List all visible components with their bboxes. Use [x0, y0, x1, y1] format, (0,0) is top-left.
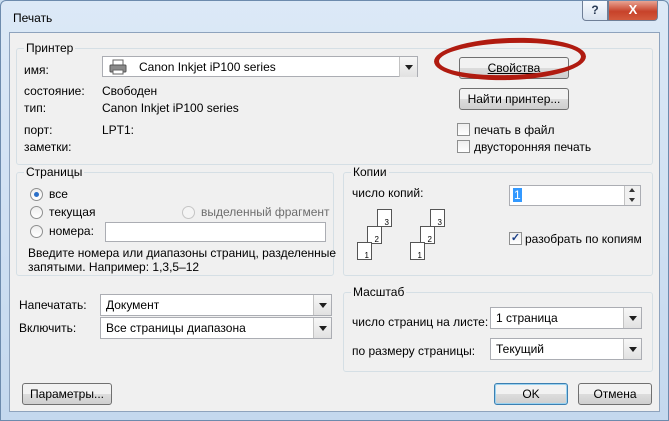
pages-per-sheet-value: 1 страница — [496, 311, 558, 325]
pages-current-label[interactable]: текущая — [49, 205, 95, 219]
zoom-group: Масштаб — [343, 285, 653, 372]
copies-count-spinner[interactable]: 1 — [509, 185, 641, 206]
pages-hint-line1: Введите номера или диапазоны страниц, ра… — [28, 246, 337, 260]
scale-value: Текущий — [496, 342, 544, 356]
collate-checkbox[interactable]: ✓ — [509, 232, 522, 245]
page-icon: 3 — [430, 209, 445, 227]
pages-all-label[interactable]: все — [49, 187, 68, 201]
copies-count-value: 1 — [513, 188, 522, 202]
printer-port-label: порт: — [24, 123, 53, 137]
close-button[interactable]: X — [608, 1, 658, 21]
page-icon: 3 — [377, 209, 392, 227]
cancel-button[interactable]: Отмена — [578, 383, 652, 405]
spin-down-icon[interactable] — [629, 198, 635, 202]
page-icon: 1 — [357, 242, 372, 260]
print-what-value: Документ — [106, 298, 160, 312]
printer-type-value: Canon Inkjet iP100 series — [102, 101, 239, 115]
print-to-file-label[interactable]: печать в файл — [474, 123, 554, 137]
include-value: Все страницы диапазона — [106, 321, 246, 335]
printer-group-label: Принтер — [24, 41, 76, 55]
copies-count-label: число копий: — [352, 186, 424, 200]
spinner-buttons[interactable] — [624, 186, 640, 205]
options-button[interactable]: Параметры... — [22, 383, 112, 405]
printer-notes-label: заметки: — [24, 140, 72, 154]
collated-pages-icon: 3 2 1 — [410, 209, 460, 265]
help-button[interactable]: ? — [582, 1, 608, 21]
print-what-label: Напечатать: — [19, 298, 87, 312]
duplex-label[interactable]: двусторонняя печать — [474, 140, 591, 154]
pages-current-radio[interactable] — [30, 206, 43, 219]
printer-status-label: состояние: — [24, 84, 85, 98]
print-to-file-checkbox[interactable] — [457, 123, 470, 136]
dialog-client-area: Принтер имя: Canon Inkjet iP100 series с… — [9, 32, 660, 412]
pages-hint-line2: запятыми. Например: 1,3,5–12 — [28, 260, 200, 274]
collate-label[interactable]: разобрать по копиям — [525, 232, 642, 246]
spin-up-icon[interactable] — [629, 188, 635, 192]
chevron-down-icon[interactable] — [399, 57, 417, 77]
scale-label: по размеру страницы: — [352, 344, 476, 358]
printer-name-value: Canon Inkjet iP100 series — [139, 60, 276, 74]
chevron-down-icon[interactable] — [313, 318, 331, 338]
printer-port-value: LPT1: — [102, 123, 135, 137]
chevron-down-icon[interactable] — [623, 339, 641, 359]
pages-numbers-label[interactable]: номера: — [49, 224, 94, 238]
pages-numbers-input[interactable] — [105, 222, 326, 242]
window-title: Печать — [13, 11, 53, 25]
chevron-down-icon[interactable] — [623, 308, 641, 328]
pages-per-sheet-label: число страниц на листе: — [352, 315, 489, 329]
print-what-select[interactable]: Документ — [100, 294, 332, 316]
printer-icon — [109, 59, 127, 75]
zoom-group-label: Масштаб — [351, 285, 407, 299]
collated-pages-icon: 3 2 1 — [357, 209, 407, 265]
pages-per-sheet-select[interactable]: 1 страница — [490, 307, 642, 329]
copies-group-label: Копии — [351, 165, 389, 179]
ok-button[interactable]: OK — [494, 383, 568, 405]
printer-status-value: Свободен — [102, 84, 158, 98]
include-label: Включить: — [19, 321, 77, 335]
pages-selection-radio[interactable] — [182, 206, 195, 219]
find-printer-button[interactable]: Найти принтер... — [459, 88, 569, 110]
include-select[interactable]: Все страницы диапазона — [100, 317, 332, 339]
scale-select[interactable]: Текущий — [490, 338, 642, 360]
duplex-checkbox[interactable] — [457, 140, 470, 153]
chevron-down-icon[interactable] — [313, 295, 331, 315]
pages-numbers-radio[interactable] — [30, 225, 43, 238]
pages-all-radio[interactable] — [30, 188, 43, 201]
pages-group-label: Страницы — [24, 165, 85, 179]
pages-selection-label: выделенный фрагмент — [201, 205, 330, 219]
printer-type-label: тип: — [24, 101, 47, 115]
printer-name-select[interactable]: Canon Inkjet iP100 series — [102, 56, 418, 77]
printer-name-label: имя: — [24, 63, 49, 77]
title-bar[interactable]: Печать ? X — [1, 1, 668, 31]
page-icon: 1 — [410, 242, 425, 260]
